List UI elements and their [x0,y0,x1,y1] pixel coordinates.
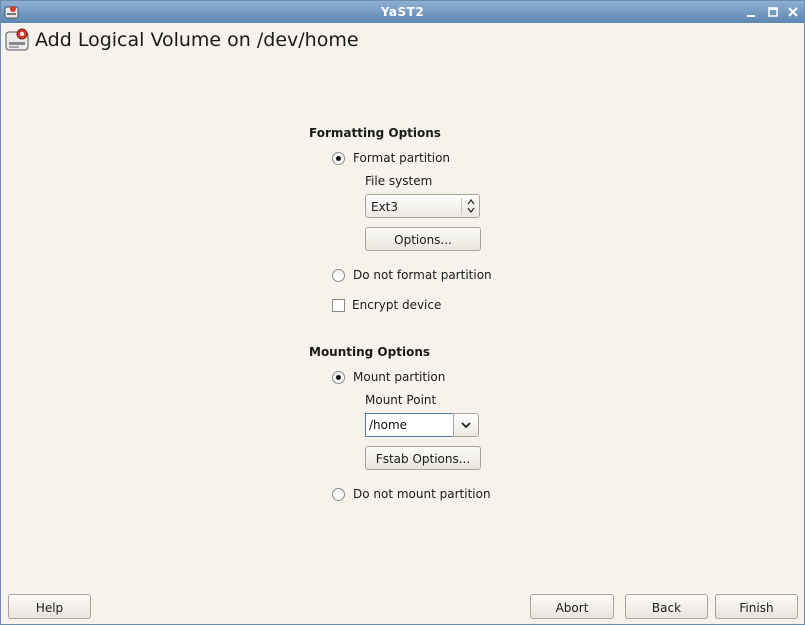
mount-point-combo[interactable] [365,413,480,437]
do-not-format-radio[interactable] [332,269,345,282]
file-system-label: File system [365,174,433,188]
close-icon[interactable] [785,4,801,20]
do-not-mount-radio[interactable] [332,488,345,501]
mount-partition-label[interactable]: Mount partition [353,370,445,384]
encrypt-device-checkbox[interactable] [332,299,345,312]
disk-partition-icon [5,28,29,51]
file-system-select[interactable]: Ext3 [365,194,480,218]
format-options-button[interactable]: Options... [365,227,481,251]
yast-window: YaST2 Add Logical Volume on /dev/home Fo… [0,0,805,625]
encrypt-device-label[interactable]: Encrypt device [352,298,441,312]
mount-point-label: Mount Point [365,393,437,407]
mount-partition-radio[interactable] [332,371,345,384]
do-not-mount-label[interactable]: Do not mount partition [353,487,491,501]
page-title: Add Logical Volume on /dev/home [35,29,359,51]
formatting-options-heading: Formatting Options [309,126,441,140]
title-bar: YaST2 [1,1,804,23]
chevron-down-icon [461,422,471,429]
fstab-options-button[interactable]: Fstab Options... [365,446,481,470]
file-system-value: Ext3 [371,200,399,214]
finish-button[interactable]: Finish [715,594,798,619]
maximize-icon[interactable] [765,4,781,20]
format-partition-label[interactable]: Format partition [353,151,450,165]
mount-point-input[interactable] [369,416,449,434]
format-partition-radio[interactable] [332,152,345,165]
mounting-options-heading: Mounting Options [309,345,431,359]
up-down-arrows-icon [464,197,478,218]
abort-button[interactable]: Abort [530,594,614,619]
help-button[interactable]: Help [8,594,91,619]
window-title: YaST2 [380,5,425,19]
minimize-icon[interactable] [743,4,759,20]
mount-point-field[interactable] [365,413,454,437]
mount-point-dropdown-button[interactable] [453,413,479,437]
do-not-format-label[interactable]: Do not format partition [353,268,492,282]
back-button[interactable]: Back [625,594,708,619]
